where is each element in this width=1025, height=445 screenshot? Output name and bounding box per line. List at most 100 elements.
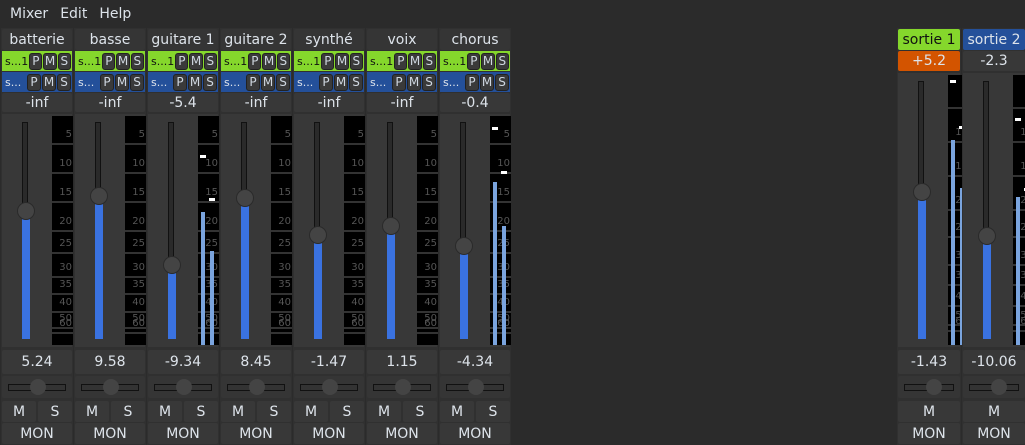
fader-knob[interactable] [17, 201, 35, 220]
return-label[interactable]: s... [3, 76, 26, 89]
mute-button[interactable]: M [367, 401, 401, 422]
send-m-button[interactable]: M [408, 52, 422, 70]
return-m-button[interactable]: M [480, 73, 494, 91]
fader-knob[interactable] [309, 225, 327, 244]
channel-name[interactable]: basse [75, 29, 145, 50]
send-s-button[interactable]: S [57, 52, 71, 70]
solo-button[interactable]: S [476, 401, 510, 422]
solo-button[interactable]: S [257, 401, 291, 422]
channel-name[interactable]: batterie [2, 29, 72, 50]
fader-knob[interactable] [455, 236, 473, 255]
return-s-button[interactable]: S [130, 73, 144, 91]
channel-name[interactable]: chorus [440, 29, 510, 50]
pan-knob[interactable] [468, 379, 484, 395]
send-label[interactable]: s...1 [441, 55, 466, 68]
send-p-button[interactable]: P [248, 52, 262, 70]
fader-knob[interactable] [382, 217, 400, 236]
send-s-button[interactable]: S [130, 52, 144, 70]
pan-control[interactable] [2, 376, 72, 398]
menu-edit[interactable]: Edit [54, 6, 93, 22]
output-name[interactable]: sortie 1 [898, 29, 960, 50]
return-s-button[interactable]: S [276, 73, 290, 91]
mute-button[interactable]: M [221, 401, 255, 422]
mute-button[interactable]: M [148, 401, 182, 422]
return-s-button[interactable]: S [203, 73, 217, 91]
pan-knob[interactable] [30, 379, 46, 395]
output-name[interactable]: sortie 2 [963, 29, 1025, 50]
monitor-button[interactable]: MON [963, 423, 1025, 444]
solo-button[interactable]: S [403, 401, 437, 422]
monitor-button[interactable]: MON [898, 423, 960, 444]
gain-value[interactable]: 5.24 [2, 350, 72, 374]
return-p-button[interactable]: P [173, 73, 187, 91]
mute-button[interactable]: M [75, 401, 109, 422]
send-m-button[interactable]: M [189, 52, 203, 70]
peak-value[interactable]: -inf [2, 93, 72, 112]
solo-button[interactable]: S [38, 401, 72, 422]
send-s-button[interactable]: S [203, 52, 217, 70]
return-s-button[interactable]: S [349, 73, 363, 91]
monitor-button[interactable]: MON [440, 423, 510, 444]
peak-value[interactable]: -0.4 [440, 93, 510, 112]
return-m-button[interactable]: M [407, 73, 421, 91]
gain-value[interactable]: 9.58 [75, 350, 145, 374]
mute-button[interactable]: M [2, 401, 36, 422]
mute-button[interactable]: M [898, 401, 960, 422]
monitor-button[interactable]: MON [294, 423, 364, 444]
peak-value[interactable]: -inf [367, 93, 437, 112]
fader-knob[interactable] [236, 188, 254, 207]
mute-button[interactable]: M [294, 401, 328, 422]
send-m-button[interactable]: M [262, 52, 276, 70]
pan-knob[interactable] [395, 379, 411, 395]
peak-value[interactable]: -inf [75, 93, 145, 112]
return-s-button[interactable]: S [422, 73, 436, 91]
send-s-button[interactable]: S [276, 52, 290, 70]
pan-knob[interactable] [322, 379, 338, 395]
send-p-button[interactable]: P [102, 52, 116, 70]
send-p-button[interactable]: P [175, 52, 189, 70]
peak-value[interactable]: -5.4 [148, 93, 218, 112]
channel-name[interactable]: guitare 2 [221, 29, 291, 50]
send-m-button[interactable]: M [335, 52, 349, 70]
solo-button[interactable]: S [330, 401, 364, 422]
peak-value[interactable]: +5.2 [898, 51, 960, 71]
pan-knob[interactable] [103, 379, 119, 395]
channel-name[interactable]: synthé [294, 29, 364, 50]
return-label[interactable]: s... [295, 76, 318, 89]
return-m-button[interactable]: M [334, 73, 348, 91]
mute-button[interactable]: M [440, 401, 474, 422]
send-label[interactable]: s...1 [149, 55, 174, 68]
peak-value[interactable]: -2.3 [963, 51, 1025, 71]
gain-value[interactable]: -4.34 [440, 350, 510, 374]
pan-control[interactable] [440, 376, 510, 398]
gain-value[interactable]: 8.45 [221, 350, 291, 374]
send-label[interactable]: s...1 [368, 55, 393, 68]
gain-value[interactable]: -1.47 [294, 350, 364, 374]
pan-control[interactable] [294, 376, 364, 398]
pan-control[interactable] [367, 376, 437, 398]
return-label[interactable]: s... [222, 76, 245, 89]
menu-mixer[interactable]: Mixer [4, 6, 54, 22]
return-m-button[interactable]: M [188, 73, 202, 91]
return-p-button[interactable]: P [100, 73, 114, 91]
send-m-button[interactable]: M [43, 52, 57, 70]
gain-value[interactable]: -1.43 [898, 350, 960, 374]
gain-value[interactable]: 1.15 [367, 350, 437, 374]
pan-control[interactable] [898, 376, 960, 398]
gain-value[interactable]: -9.34 [148, 350, 218, 374]
fader-knob[interactable] [978, 226, 996, 245]
return-p-button[interactable]: P [465, 73, 479, 91]
peak-value[interactable]: -inf [294, 93, 364, 112]
fader-knob[interactable] [163, 256, 181, 275]
monitor-button[interactable]: MON [75, 423, 145, 444]
channel-name[interactable]: guitare 1 [148, 29, 218, 50]
mute-button[interactable]: M [963, 401, 1025, 422]
send-m-button[interactable]: M [116, 52, 130, 70]
send-label[interactable]: s...1 [222, 55, 247, 68]
channel-name[interactable]: voix [367, 29, 437, 50]
return-label[interactable]: s... [149, 76, 172, 89]
fader-knob[interactable] [913, 182, 931, 201]
gain-value[interactable]: -10.06 [963, 350, 1025, 374]
monitor-button[interactable]: MON [221, 423, 291, 444]
send-p-button[interactable]: P [321, 52, 335, 70]
